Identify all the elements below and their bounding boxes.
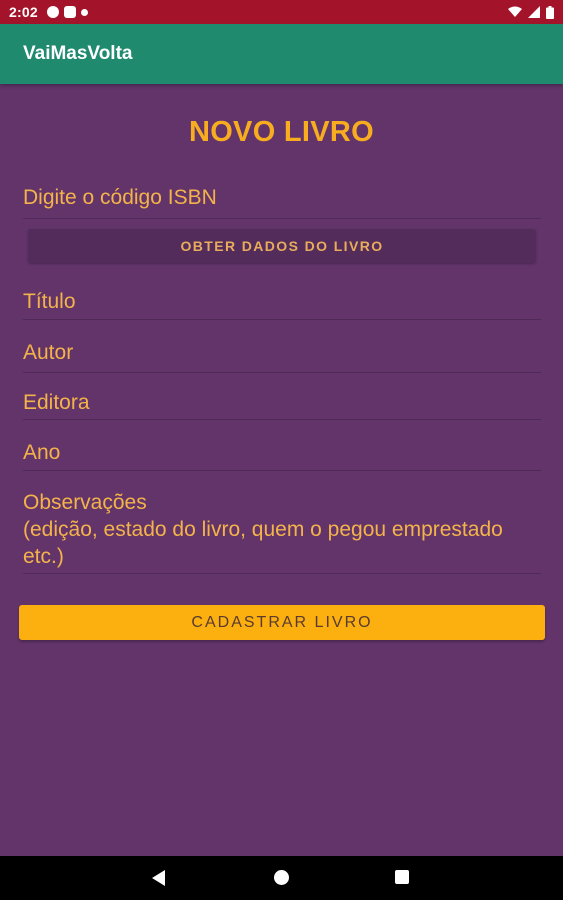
editora-placeholder: Editora bbox=[23, 391, 90, 414]
circle-notification-icon bbox=[46, 6, 59, 18]
editora-input[interactable]: Editora bbox=[23, 389, 541, 420]
page-title: NOVO LIVRO bbox=[188, 116, 375, 148]
autor-placeholder: Autor bbox=[23, 341, 74, 364]
app-title: VaiMasVolta bbox=[23, 43, 133, 64]
ano-placeholder: Ano bbox=[23, 441, 61, 464]
isbn-input[interactable]: Digite o código ISBN bbox=[23, 184, 541, 219]
status-bar: 2:02 bbox=[0, 0, 563, 24]
battery-icon bbox=[546, 5, 554, 19]
screen: 2:02 VaiMasVolta NOVO LIVRO Digite o cód… bbox=[0, 0, 563, 900]
square-notification-icon bbox=[63, 6, 76, 18]
notification-icons bbox=[46, 6, 88, 18]
navigation-bar bbox=[0, 856, 563, 900]
recents-icon[interactable] bbox=[395, 870, 409, 884]
isbn-placeholder: Digite o código ISBN bbox=[23, 186, 217, 209]
observacoes-placeholder-line3: etc.) bbox=[23, 545, 64, 568]
autor-input[interactable]: Autor bbox=[23, 339, 541, 373]
titulo-input[interactable]: Título bbox=[23, 288, 541, 320]
observacoes-placeholder-line2: (edição, estado do livro, quem o pegou e… bbox=[23, 518, 503, 541]
dot-notification-icon bbox=[80, 8, 88, 16]
fetch-book-data-button[interactable]: OBTER DADOS DO LIVRO bbox=[28, 229, 536, 263]
titulo-placeholder: Título bbox=[23, 290, 76, 313]
observacoes-input[interactable]: Observações (edição, estado do livro, qu… bbox=[23, 489, 541, 574]
wifi-icon bbox=[508, 6, 522, 17]
signal-icon bbox=[528, 6, 540, 18]
app-bar: VaiMasVolta bbox=[0, 24, 563, 84]
register-book-button[interactable]: CADASTRAR LIVRO bbox=[19, 605, 545, 640]
home-icon[interactable] bbox=[274, 870, 289, 885]
status-icons bbox=[508, 0, 554, 24]
status-time: 2:02 bbox=[9, 4, 38, 20]
ano-input[interactable]: Ano bbox=[23, 439, 541, 471]
observacoes-placeholder-line1: Observações bbox=[23, 491, 147, 514]
back-icon[interactable] bbox=[152, 870, 165, 886]
